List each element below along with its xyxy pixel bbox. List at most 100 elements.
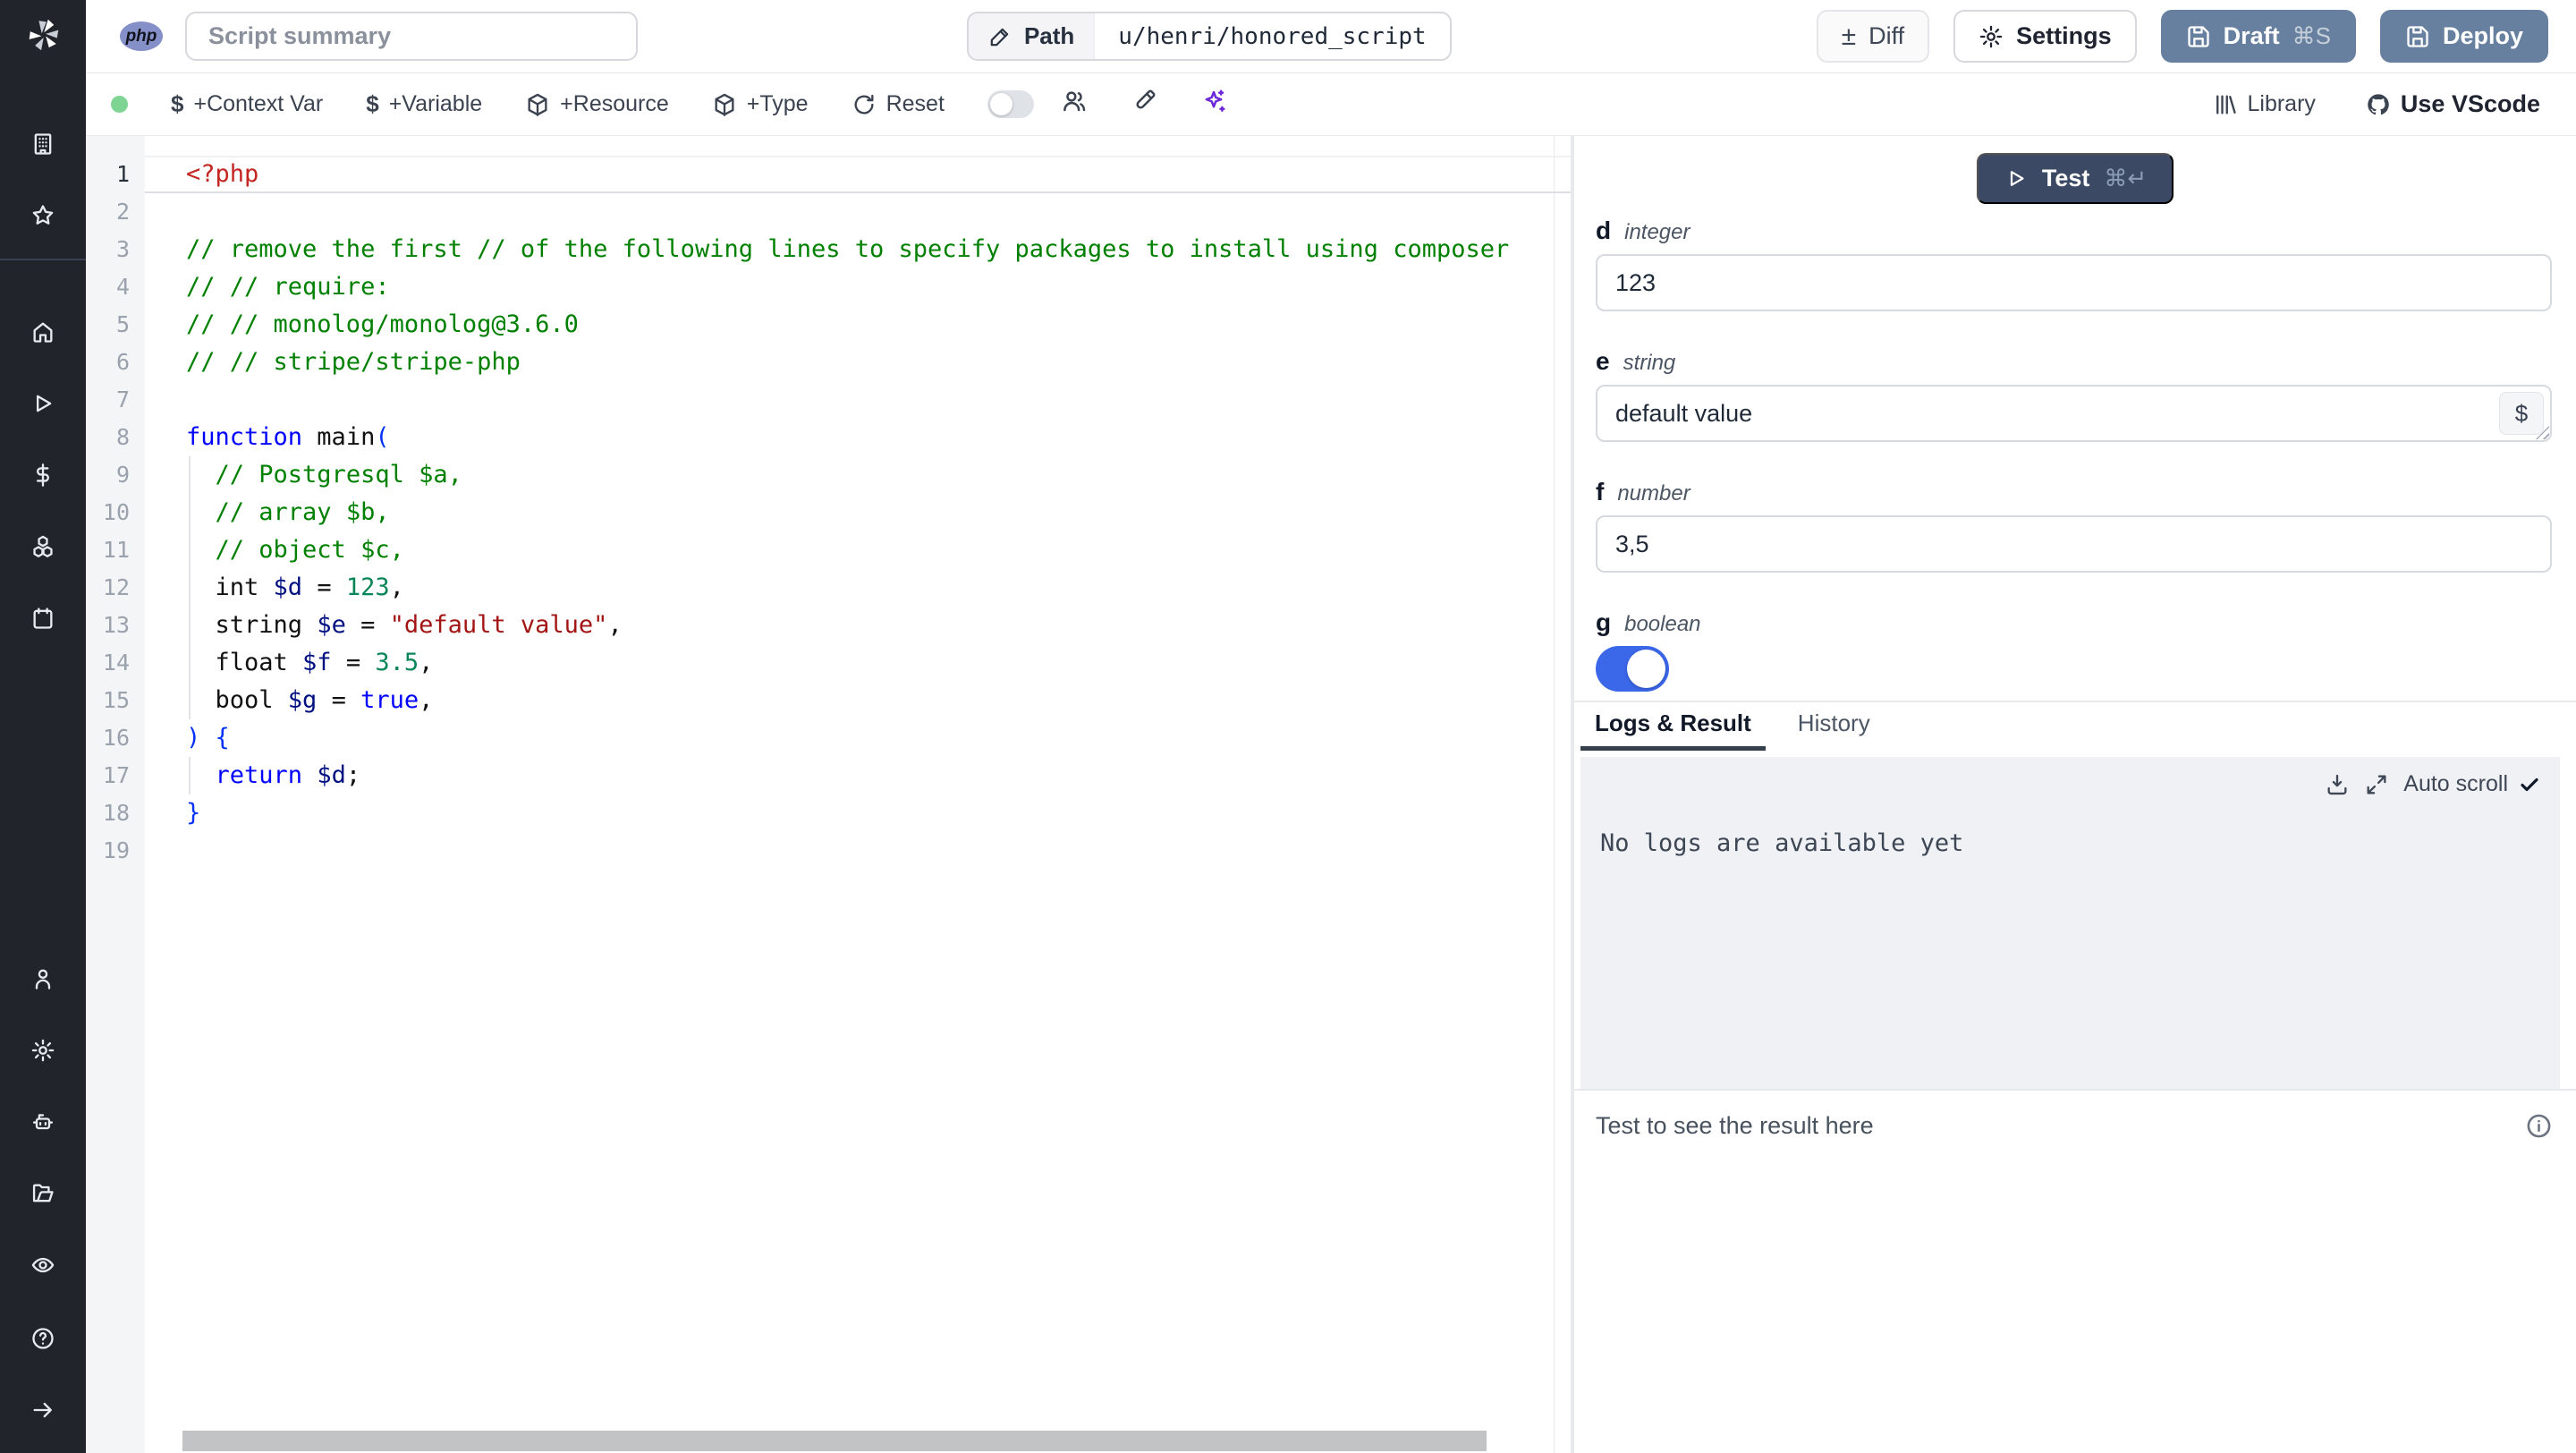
line-number: 3 (115, 236, 130, 262)
add-type-button[interactable]: +Type (712, 91, 809, 117)
code-line[interactable]: 17 return $d; (86, 757, 1571, 794)
line-number: 17 (102, 762, 130, 788)
e-value: default value (1615, 399, 1753, 427)
d-input[interactable] (1596, 254, 2552, 311)
github-icon (2366, 92, 2391, 117)
test-row: Test ⌘↵ (1574, 136, 2576, 204)
diff-button[interactable]: ± Diff (1816, 10, 1930, 63)
format-brush-icon[interactable] (1131, 88, 1157, 121)
field-type: boolean (1624, 612, 1701, 636)
sidebar-item-building[interactable] (23, 124, 63, 164)
code-line-content: bool $g = true, (145, 682, 1571, 719)
content-split: 1 <?php 2 3 // remove the first // of the fo… (86, 136, 2576, 1453)
info-icon[interactable] (2525, 1112, 2553, 1140)
pencil-icon (988, 25, 1012, 48)
line-number: 19 (102, 837, 130, 863)
code-line[interactable]: 7 (86, 381, 1571, 419)
sidebar-item-robot[interactable] (23, 1102, 63, 1142)
code-line[interactable]: 1 <?php (86, 156, 1571, 193)
code-line[interactable]: 6 // // stripe/stripe-php (86, 344, 1571, 381)
use-vscode-button[interactable]: Use VScode (2366, 90, 2540, 118)
code-line[interactable]: 12 int $d = 123, (86, 569, 1571, 607)
code-line[interactable]: 19 (86, 832, 1571, 870)
tab-history[interactable]: History (1784, 704, 1885, 751)
code-line-content: function main( (186, 423, 390, 451)
insert-variable-button[interactable]: $ (2499, 392, 2544, 435)
add-variable-button[interactable]: $ +Variable (366, 90, 482, 118)
path-label: Path (1023, 22, 1075, 49)
home-icon (30, 319, 55, 344)
sidebar-item-eye[interactable] (23, 1245, 63, 1285)
g-toggle[interactable] (1596, 646, 1669, 692)
path-button[interactable]: Path u/henri/honored_script (966, 12, 1452, 61)
deploy-button[interactable]: Deploy (2379, 10, 2549, 63)
code-line[interactable]: 2 (86, 193, 1571, 231)
line-number: 14 (102, 650, 130, 676)
download-icon[interactable] (2325, 772, 2350, 797)
help-icon (30, 1326, 55, 1351)
library-icon (2213, 92, 2238, 117)
reset-button[interactable]: Reset (852, 91, 945, 117)
horizontal-scrollbar[interactable] (182, 1431, 1487, 1451)
f-input[interactable] (1596, 515, 2552, 573)
sidebar-item-arrow-right[interactable] (23, 1390, 63, 1430)
code-line[interactable]: 4 // // require: (86, 268, 1571, 306)
dollar-icon: $ (171, 90, 184, 117)
settings-button[interactable]: Settings (1953, 10, 2137, 63)
code-line[interactable]: 14 float $f = 3.5, (86, 644, 1571, 682)
sidebar-item-cubes[interactable] (23, 527, 63, 566)
sidebar-item-star[interactable] (23, 196, 63, 235)
sidebar-item-help[interactable] (23, 1319, 63, 1358)
code-line[interactable]: 16) { (86, 719, 1571, 757)
field-g: g boolean (1596, 608, 2552, 692)
draft-shortcut: ⌘S (2292, 22, 2331, 49)
line-number: 10 (102, 499, 130, 525)
add-context-var-button[interactable]: $ +Context Var (171, 90, 323, 118)
ai-sparkles-icon[interactable] (1200, 88, 1227, 121)
code-line[interactable]: 11 // object $c, (86, 531, 1571, 569)
code-editor[interactable]: 1 <?php 2 3 // remove the first // of the fo… (86, 136, 1571, 1453)
right-panel: Test ⌘↵ d integer estring default value $ fnu… (1574, 136, 2576, 1453)
sidebar-item-gear[interactable] (23, 1031, 63, 1070)
line-number: 5 (115, 311, 130, 337)
test-button[interactable]: Test ⌘↵ (1976, 153, 2174, 204)
panel-split-divider[interactable] (1574, 701, 2576, 702)
diff-label: Diff (1868, 22, 1905, 49)
gear-icon (30, 1038, 55, 1063)
auto-scroll-toggle[interactable]: Auto scroll (2403, 771, 2540, 797)
users-icon[interactable] (1061, 88, 1088, 121)
sidebar-item-calendar[interactable] (23, 599, 63, 638)
add-resource-button[interactable]: +Resource (525, 91, 669, 117)
library-button[interactable]: Library (2213, 91, 2316, 117)
code-line-content: // // require: (186, 273, 390, 301)
sidebar-item-user[interactable] (23, 959, 63, 998)
code-line[interactable]: 5 // // monolog/monolog@3.6.0 (86, 306, 1571, 344)
assistant-toggle[interactable] (987, 90, 1034, 118)
code-line[interactable]: 9 // Postgresql $a, (86, 456, 1571, 494)
toggle-knob (1627, 650, 1665, 688)
line-number: 11 (102, 537, 130, 563)
e-textarea[interactable]: default value $ (1596, 385, 2552, 442)
code-line[interactable]: 15 bool $g = true, (86, 682, 1571, 719)
sidebar-item-play[interactable] (23, 384, 63, 423)
sidebar-item-dollar-sign[interactable] (23, 455, 63, 495)
line-number: 16 (102, 725, 130, 751)
sidebar-item-home[interactable] (23, 312, 63, 352)
code-line[interactable]: 18} (86, 794, 1571, 832)
field-label: d integer (1596, 217, 2552, 247)
script-summary-input[interactable] (185, 12, 638, 61)
code-line[interactable]: 3 // remove the first // of the following… (86, 231, 1571, 268)
code-line[interactable]: 8 function main( (86, 419, 1571, 456)
line-number: 6 (115, 349, 130, 375)
draft-label: Draft (2223, 22, 2280, 49)
windmill-logo[interactable] (22, 14, 64, 62)
tab-logs-result[interactable]: Logs & Result (1580, 704, 1766, 751)
draft-button[interactable]: Draft ⌘S (2160, 10, 2356, 63)
code-line[interactable]: 13 string $e = "default value", (86, 607, 1571, 644)
expand-icon[interactable] (2364, 772, 2389, 797)
sidebar-main-group (23, 312, 63, 638)
code-line[interactable]: 10 // array $b, (86, 494, 1571, 531)
sidebar-item-folder[interactable] (23, 1174, 63, 1213)
field-type: integer (1624, 220, 1690, 244)
star-icon (30, 203, 55, 228)
